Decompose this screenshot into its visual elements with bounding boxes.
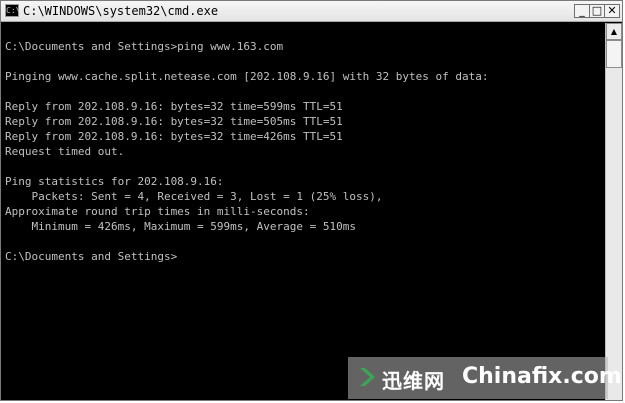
console-line: Request timed out. <box>5 145 125 158</box>
watermark-chinese-text: 迅维网 <box>382 369 445 393</box>
cmd-window: C:\ C:\WINDOWS\system32\cmd.exe _ □ ✕ C:… <box>0 0 623 401</box>
console-line: Pinging www.cache.split.netease.com [202… <box>5 70 489 83</box>
scroll-up-arrow[interactable]: ▲ <box>606 23 622 40</box>
console-line: Reply from 202.108.9.16: bytes=32 time=5… <box>5 100 343 113</box>
console-output[interactable]: C:\Documents and Settings>ping www.163.c… <box>5 23 605 399</box>
watermark-logo-icon <box>360 368 375 386</box>
scroll-thumb[interactable] <box>606 40 622 68</box>
vertical-scrollbar[interactable]: ▲ <box>605 23 622 400</box>
watermark: 迅维网 Chinafix.com <box>348 357 622 399</box>
close-button[interactable]: ✕ <box>604 4 620 18</box>
console-line: Approximate round trip times in milli-se… <box>5 205 310 218</box>
console-line: Reply from 202.108.9.16: bytes=32 time=4… <box>5 130 343 143</box>
cmd-icon[interactable]: C:\ <box>5 4 20 17</box>
console-line: Packets: Sent = 4, Received = 3, Lost = … <box>5 190 383 203</box>
window-title: C:\WINDOWS\system32\cmd.exe <box>23 4 219 18</box>
maximize-button[interactable]: □ <box>589 4 605 18</box>
console-line: Reply from 202.108.9.16: bytes=32 time=5… <box>5 115 343 128</box>
minimize-button[interactable]: _ <box>574 4 590 18</box>
console-prompt: C:\Documents and Settings> <box>5 250 178 263</box>
watermark-english-text: Chinafix.com <box>462 364 622 389</box>
console-line: C:\Documents and Settings>ping www.163.c… <box>5 40 284 53</box>
console-line: Minimum = 426ms, Maximum = 599ms, Averag… <box>5 220 356 233</box>
title-bar[interactable]: C:\ C:\WINDOWS\system32\cmd.exe _ □ ✕ <box>1 1 622 22</box>
console-line: Ping statistics for 202.108.9.16: <box>5 175 224 188</box>
